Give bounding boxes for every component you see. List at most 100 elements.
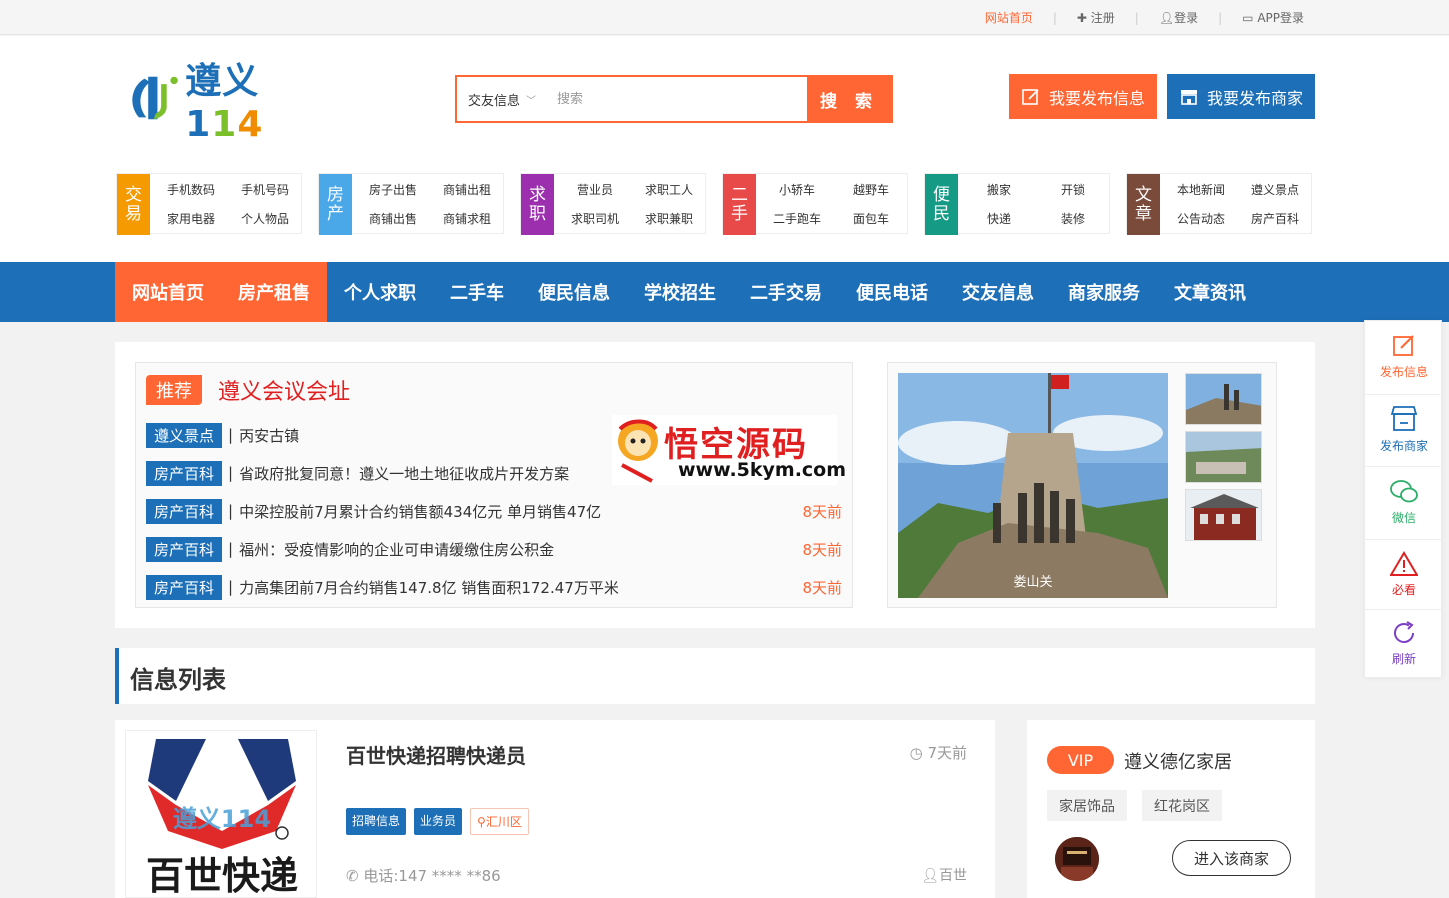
nav-item-services[interactable]: 便民信息 bbox=[521, 262, 627, 322]
category-block-housing: 房产 房子出售 商铺出租 商铺出售 商铺求租 bbox=[318, 173, 504, 235]
category-link[interactable]: 手机数码 bbox=[167, 181, 215, 198]
category-link[interactable]: 求职司机 bbox=[571, 210, 619, 227]
merchant-tag: 红花岗区 bbox=[1142, 790, 1222, 821]
category-link[interactable]: 商铺出租 bbox=[443, 181, 491, 198]
list-item[interactable]: 房产百科 | 力高集团前7月合约销售147.8亿 销售面积172.47万平米 8天… bbox=[146, 574, 842, 600]
category-link[interactable]: 越野车 bbox=[853, 181, 889, 198]
nav-item-phonebook[interactable]: 便民电话 bbox=[839, 262, 945, 322]
category-link[interactable]: 个人物品 bbox=[241, 210, 289, 227]
listing-thumbnail[interactable]: 遵义114 百世快递 bbox=[125, 730, 317, 898]
search-button[interactable]: 搜 索 bbox=[807, 77, 891, 121]
category-link[interactable]: 求职工人 bbox=[645, 181, 693, 198]
chevron-down-icon: ﹀ bbox=[526, 95, 536, 107]
category-link[interactable]: 搬家 bbox=[987, 181, 1011, 198]
recommend-panel: 推荐 遵义会议会址 遵义景点 | 丙安古镇 房产百科 | 省政府批复同意！遵义一地土… bbox=[115, 342, 1315, 628]
photo-gallery: 娄山关 bbox=[887, 362, 1277, 608]
nav-item-housing[interactable]: 房产租售 bbox=[221, 262, 327, 322]
gallery-thumbnail[interactable] bbox=[1185, 431, 1262, 483]
category-link[interactable]: 装修 bbox=[1061, 210, 1085, 227]
category-link[interactable]: 遵义景点 bbox=[1251, 181, 1299, 198]
login-label: 登录 bbox=[1174, 11, 1199, 25]
float-wechat[interactable]: 微信 bbox=[1365, 479, 1443, 526]
merchant-tag: 家居饰品 bbox=[1047, 790, 1127, 821]
register-link[interactable]: ✚ 注册 bbox=[1075, 9, 1117, 26]
plus-icon: ✚ bbox=[1076, 11, 1087, 25]
login-link[interactable]: 👤︎登录 bbox=[1157, 9, 1200, 26]
category-link[interactable]: 小轿车 bbox=[779, 181, 815, 198]
user-icon: 👤︎ bbox=[1158, 11, 1175, 25]
user-icon: 👤︎ bbox=[921, 868, 939, 884]
article-time: 8天前 bbox=[802, 578, 842, 597]
recommend-title[interactable]: 遵义会议会址 bbox=[218, 374, 350, 406]
category-link[interactable]: 面包车 bbox=[853, 210, 889, 227]
merchant-name[interactable]: 遵义德亿家居 bbox=[1124, 748, 1232, 774]
category-link[interactable]: 求职兼职 bbox=[645, 210, 693, 227]
gallery-main-image[interactable]: 娄山关 bbox=[898, 373, 1168, 598]
avatar[interactable] bbox=[1055, 837, 1099, 881]
top-home-link[interactable]: 网站首页 bbox=[983, 9, 1035, 26]
float-publish-info[interactable]: 发布信息 bbox=[1365, 333, 1443, 380]
site-logo[interactable]: 遵义114 bbox=[126, 61, 326, 145]
info-list-header: 信息列表 bbox=[115, 648, 1315, 704]
publish-info-button[interactable]: 我要发布信息 bbox=[1009, 74, 1157, 119]
category-tag: 房产 bbox=[319, 174, 352, 235]
header: 遵义114 交友信息 ﹀ 搜 索 我要发布信息 我要发布商家 交易 手机数码 手… bbox=[0, 36, 1449, 262]
listing-title[interactable]: 百世快递招聘快递员 bbox=[346, 740, 526, 769]
company-logo-image: 遵义114 百世快递 bbox=[126, 731, 316, 897]
nav-item-dating[interactable]: 交友信息 bbox=[945, 262, 1051, 322]
list-item[interactable]: 房产百科 | 福州：受疫情影响的企业可申请缓缴住房公积金 8天前 bbox=[146, 536, 842, 562]
nav-item-jobs[interactable]: 个人求职 bbox=[327, 262, 433, 322]
category-link[interactable]: 手机号码 bbox=[241, 181, 289, 198]
float-refresh[interactable]: 刷新 bbox=[1365, 620, 1443, 667]
merchant-avatar-image bbox=[1055, 837, 1099, 881]
app-login-link[interactable]: ▭ APP登录 bbox=[1240, 9, 1306, 26]
enter-merchant-button[interactable]: 进入该商家 bbox=[1172, 840, 1291, 876]
watermark-url: www.5kym.com bbox=[678, 459, 847, 481]
landscape-photo bbox=[898, 373, 1168, 598]
listing-tag[interactable]: 招聘信息 bbox=[346, 808, 407, 835]
float-must-read[interactable]: 必看 bbox=[1365, 551, 1443, 598]
category-link[interactable]: 公告动态 bbox=[1177, 210, 1225, 227]
category-link[interactable]: 房产百科 bbox=[1251, 210, 1299, 227]
article-time: 8天前 bbox=[802, 502, 842, 521]
category-link[interactable]: 家用电器 bbox=[167, 210, 215, 227]
gallery-thumbnail[interactable] bbox=[1185, 489, 1262, 541]
search-category-select[interactable]: 交友信息 ﹀ bbox=[457, 77, 547, 121]
nav-item-home[interactable]: 网站首页 bbox=[115, 262, 221, 322]
nav-item-schools[interactable]: 学校招生 bbox=[627, 262, 733, 322]
nav-item-merchants[interactable]: 商家服务 bbox=[1051, 262, 1157, 322]
listing-time: ◷ 7天前 bbox=[909, 744, 967, 762]
listing-card[interactable]: 遵义114 百世快递 百世快递招聘快递员 ◷ 7天前 招聘信息 业务员 ⚲汇川区… bbox=[115, 720, 995, 898]
category-block-articles: 文章 本地新闻 遵义景点 公告动态 房产百科 bbox=[1126, 173, 1312, 235]
listing-phone: ✆ 电话:147 **** **86 bbox=[346, 867, 501, 885]
category-link[interactable]: 商铺出售 bbox=[369, 210, 417, 227]
register-label: 注册 bbox=[1090, 11, 1115, 25]
float-publish-merchant[interactable]: 发布商家 bbox=[1365, 403, 1443, 454]
publish-merchant-button[interactable]: 我要发布商家 bbox=[1167, 74, 1315, 119]
nav-item-usedcar[interactable]: 二手车 bbox=[433, 262, 521, 322]
category-link[interactable]: 商铺求租 bbox=[443, 210, 491, 227]
top-links: 网站首页 | ✚ 注册 | 👤︎登录 | ▭ APP登录 bbox=[983, 0, 1306, 35]
listing-tags: 招聘信息 业务员 ⚲汇川区 bbox=[346, 808, 537, 835]
category-tag: 二手 bbox=[723, 174, 756, 235]
watermark-logo: 悟空源码 www.5kym.com bbox=[612, 415, 846, 485]
article-category: 房产百科 bbox=[146, 574, 223, 600]
category-link[interactable]: 开锁 bbox=[1061, 181, 1085, 198]
listing-location-tag[interactable]: ⚲汇川区 bbox=[470, 808, 529, 835]
category-link[interactable]: 快递 bbox=[987, 210, 1011, 227]
nav-item-articles[interactable]: 文章资讯 bbox=[1157, 262, 1263, 322]
app-login-label: APP登录 bbox=[1257, 11, 1304, 25]
gallery-thumbnail[interactable] bbox=[1185, 373, 1262, 425]
article-time: 8天前 bbox=[802, 540, 842, 559]
article-category: 房产百科 bbox=[146, 536, 223, 562]
search-input[interactable] bbox=[547, 77, 807, 121]
list-item[interactable]: 房产百科 | 中梁控股前7月累计合约销售额434亿元 单月销售47亿 8天前 bbox=[146, 498, 842, 524]
category-link[interactable]: 二手跑车 bbox=[773, 210, 821, 227]
refresh-icon bbox=[1394, 621, 1414, 643]
nav-item-secondhand[interactable]: 二手交易 bbox=[733, 262, 839, 322]
listing-tag[interactable]: 业务员 bbox=[414, 808, 463, 835]
category-link[interactable]: 房子出售 bbox=[369, 181, 417, 198]
category-link[interactable]: 营业员 bbox=[577, 181, 613, 198]
category-link[interactable]: 本地新闻 bbox=[1177, 181, 1225, 198]
category-tag: 便民 bbox=[925, 174, 958, 235]
